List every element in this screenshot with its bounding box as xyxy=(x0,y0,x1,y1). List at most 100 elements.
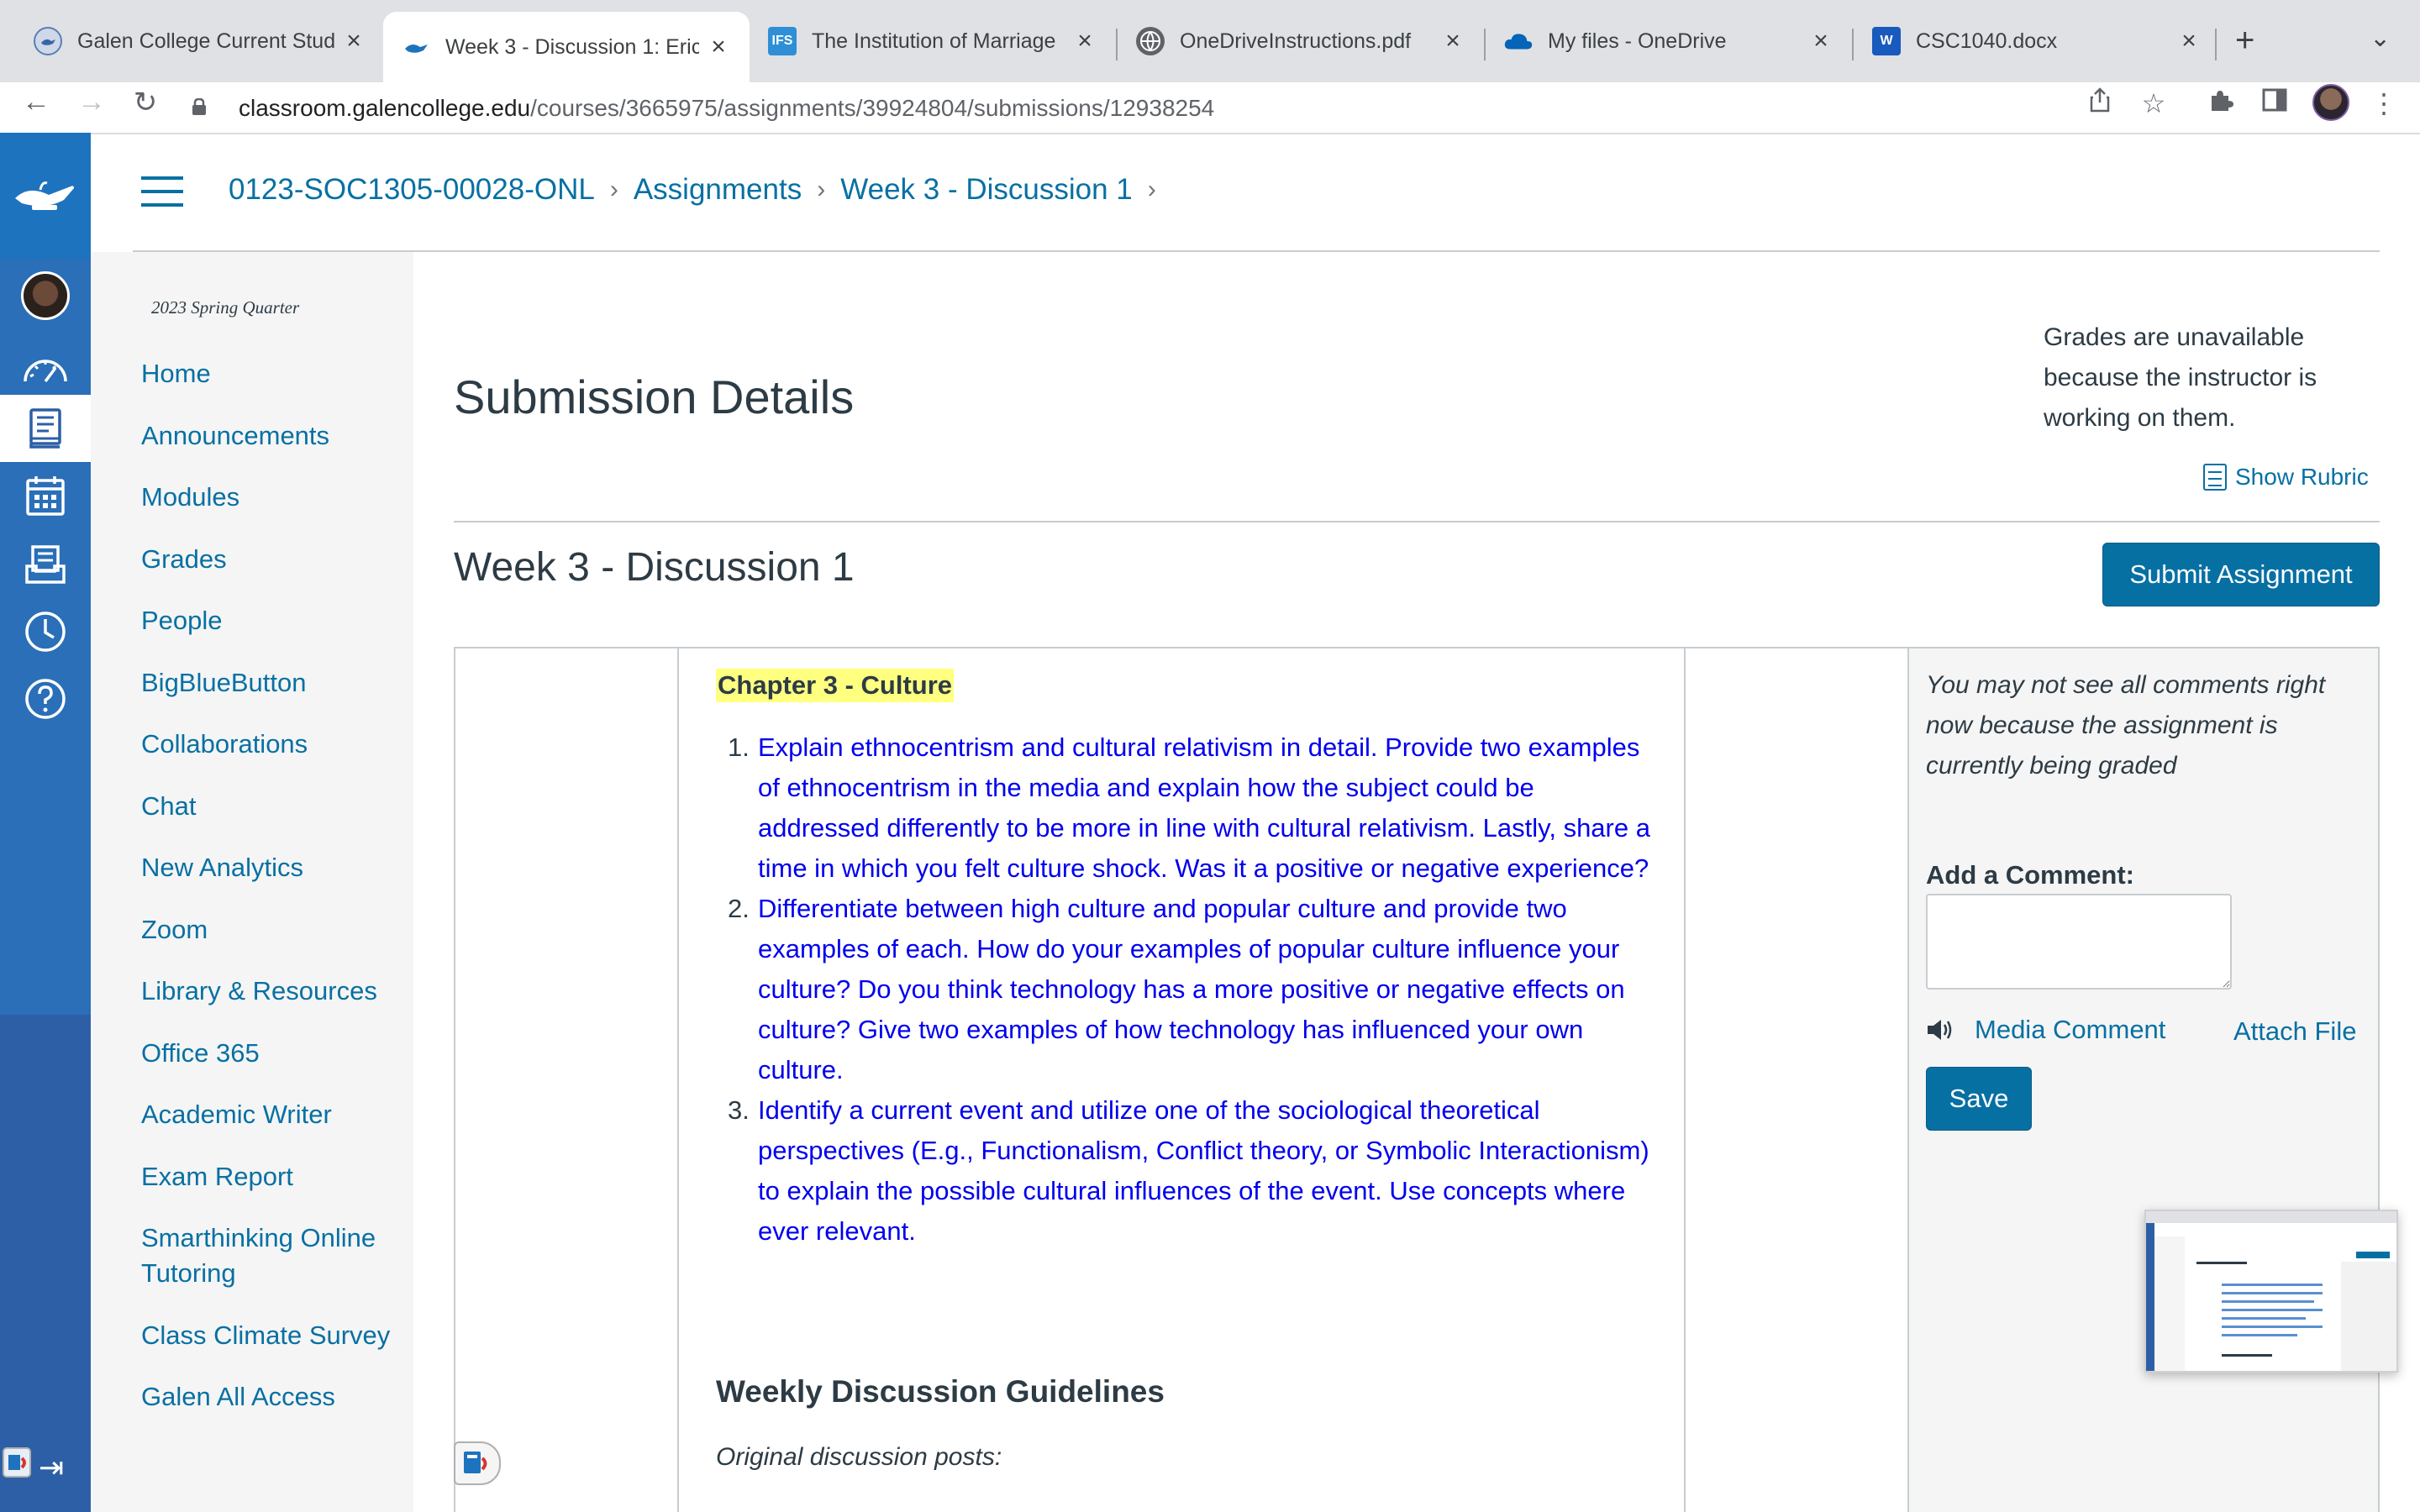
course-nav-exam-report[interactable]: Exam Report xyxy=(141,1159,293,1194)
lock-icon xyxy=(192,98,206,115)
breadcrumb-assignment-link[interactable]: Week 3 - Discussion 1 xyxy=(840,173,1133,207)
course-nav-new-analytics[interactable]: New Analytics xyxy=(141,850,303,885)
show-rubric-link[interactable]: Show Rubric xyxy=(2203,464,2369,491)
tab-title: The Institution of Marriage xyxy=(812,29,1056,53)
close-tab-icon[interactable]: × xyxy=(1808,27,1833,55)
thumb-text-line xyxy=(2222,1334,2297,1336)
bookmark-star-icon[interactable]: ☆ xyxy=(2134,87,2173,119)
course-nav-bigbluebutton[interactable]: BigBlueButton xyxy=(141,665,306,701)
forward-arrow-icon[interactable]: → xyxy=(72,86,111,118)
side-panel-icon[interactable] xyxy=(2255,87,2294,118)
new-tab-plus-icon[interactable]: + xyxy=(2235,22,2254,60)
course-nav-collaborations[interactable]: Collaborations xyxy=(141,727,308,762)
share-icon[interactable] xyxy=(2081,87,2119,119)
reload-icon[interactable]: ↻ xyxy=(126,86,165,119)
thumb-globalnav xyxy=(2146,1223,2154,1371)
thumb-text-line xyxy=(2222,1300,2314,1303)
course-nav-people[interactable]: People xyxy=(141,603,223,638)
header-divider xyxy=(133,250,2380,252)
galen-lamp-icon xyxy=(34,27,62,55)
close-tab-icon[interactable]: × xyxy=(1072,27,1097,55)
close-tab-icon[interactable]: × xyxy=(2176,27,2202,55)
global-nav-courses[interactable] xyxy=(0,395,91,462)
browser-menu-kebab-icon[interactable]: ⋮ xyxy=(2365,87,2403,119)
global-nav-help[interactable] xyxy=(0,665,91,732)
attach-file-link[interactable]: Attach File xyxy=(2233,1016,2356,1047)
speaker-icon xyxy=(1928,1020,1952,1040)
close-tab-icon[interactable]: × xyxy=(706,33,731,61)
course-nav-library-resources[interactable]: Library & Resources xyxy=(141,974,377,1009)
global-nav-calendar[interactable] xyxy=(0,462,91,529)
close-tab-icon[interactable]: × xyxy=(1440,27,1465,55)
readspeaker-button[interactable] xyxy=(454,1441,501,1485)
smarthinking-line-2: Tutoring xyxy=(141,1258,236,1288)
browser-tab[interactable]: My files - OneDrive × xyxy=(1486,10,1852,72)
extensions-puzzle-icon[interactable] xyxy=(2202,87,2240,119)
back-arrow-icon[interactable]: ← xyxy=(17,86,55,118)
course-nav-announcements[interactable]: Announcements xyxy=(141,418,329,454)
thumb-text-line xyxy=(2222,1284,2323,1286)
prompt-text: Identify a current event and utilize one… xyxy=(758,1095,1649,1246)
course-nav-chat[interactable]: Chat xyxy=(141,789,196,824)
save-comment-button[interactable]: Save xyxy=(1926,1067,2032,1131)
course-nav-modules[interactable]: Modules xyxy=(141,480,239,515)
url-bar[interactable]: classroom.galencollege.edu/courses/36659… xyxy=(239,83,1214,134)
breadcrumb-chevron-icon: › xyxy=(817,176,826,203)
tab-title: My files - OneDrive xyxy=(1548,29,1727,53)
course-nav-grades[interactable]: Grades xyxy=(141,542,227,577)
thumb-coursenav xyxy=(2154,1236,2185,1371)
course-nav-office-365[interactable]: Office 365 xyxy=(141,1036,260,1071)
comment-textarea[interactable] xyxy=(1926,894,2232,990)
breadcrumb-chevron-icon: › xyxy=(609,176,618,203)
courses-book-icon xyxy=(29,408,61,449)
global-nav-account[interactable] xyxy=(0,262,91,329)
prompt-item: 1. Explain ethnocentrism and cultural rel… xyxy=(716,727,1657,889)
course-nav-zoom[interactable]: Zoom xyxy=(141,912,208,948)
submit-assignment-button[interactable]: Submit Assignment xyxy=(2102,543,2380,606)
tab-title: Galen College Current Stud xyxy=(77,29,334,53)
browser-tab[interactable]: W CSC1040.docx × xyxy=(1854,10,2220,72)
grades-unavailable-note: Grades are unavailable because the instr… xyxy=(2044,323,2317,432)
browser-tab[interactable]: OneDriveInstructions.pdf × xyxy=(1118,10,1484,72)
course-nav-class-climate-survey[interactable]: Class Climate Survey xyxy=(141,1318,390,1353)
frame-column-divider xyxy=(677,648,679,1512)
dashboard-gauge-icon xyxy=(24,360,67,383)
collapse-nav-icon[interactable]: ⇥ xyxy=(39,1450,64,1485)
galen-lamp-logo-icon xyxy=(15,181,74,210)
media-comment-link[interactable]: Media Comment xyxy=(1926,1015,2165,1045)
tab-list-chevron-icon[interactable]: ⌄ xyxy=(2370,24,2391,53)
canvas-lamp-icon xyxy=(402,33,430,61)
breadcrumb-course-link[interactable]: 0123-SOC1305-00028-ONL xyxy=(229,173,595,207)
browser-tab-active[interactable]: Week 3 - Discussion 1: Eric × xyxy=(383,12,750,82)
page-title: Submission Details xyxy=(454,370,855,423)
global-nav-inbox[interactable] xyxy=(0,531,91,598)
course-nav-galen-all-access[interactable]: Galen All Access xyxy=(141,1379,335,1415)
browser-profile-avatar[interactable] xyxy=(2312,84,2349,121)
screenshot-preview-thumbnail[interactable] xyxy=(2144,1210,2398,1373)
global-nav-history[interactable] xyxy=(0,598,91,665)
prompt-number: 3. xyxy=(728,1095,750,1125)
breadcrumb-chevron-icon: › xyxy=(1147,176,1156,203)
browser-tab[interactable]: IFS The Institution of Marriage × xyxy=(750,10,1116,72)
breadcrumb: 0123-SOC1305-00028-ONL › Assignments › W… xyxy=(229,173,1171,207)
global-nav-dashboard[interactable] xyxy=(0,334,91,402)
hamburger-menu-icon[interactable] xyxy=(141,176,183,207)
course-nav-home[interactable]: Home xyxy=(141,356,211,391)
browser-tab[interactable]: Galen College Current Stud × xyxy=(15,10,385,72)
thumb-tabbar xyxy=(2146,1211,2396,1223)
guidelines-heading: Weekly Discussion Guidelines xyxy=(716,1374,1165,1409)
course-nav-academic-writer[interactable]: Academic Writer xyxy=(141,1097,332,1132)
add-comment-label: Add a Comment: xyxy=(1926,860,2134,890)
readspeaker-icon[interactable] xyxy=(2,1445,35,1482)
media-comment-label: Media Comment xyxy=(1975,1015,2166,1044)
institution-logo[interactable] xyxy=(0,133,91,259)
thumb-text-line xyxy=(2222,1292,2323,1294)
prompt-text: Differentiate between high culture and p… xyxy=(758,894,1625,1084)
globe-icon xyxy=(1136,27,1165,55)
discussion-prompts: 1. Explain ethnocentrism and cultural rel… xyxy=(716,727,1657,1252)
breadcrumb-assignments-link[interactable]: Assignments xyxy=(634,173,802,207)
course-nav-smarthinking[interactable]: Smarthinking Online Tutoring xyxy=(141,1221,376,1291)
help-question-icon xyxy=(25,679,66,719)
thumb-text-line xyxy=(2222,1317,2306,1320)
close-tab-icon[interactable]: × xyxy=(341,27,366,55)
